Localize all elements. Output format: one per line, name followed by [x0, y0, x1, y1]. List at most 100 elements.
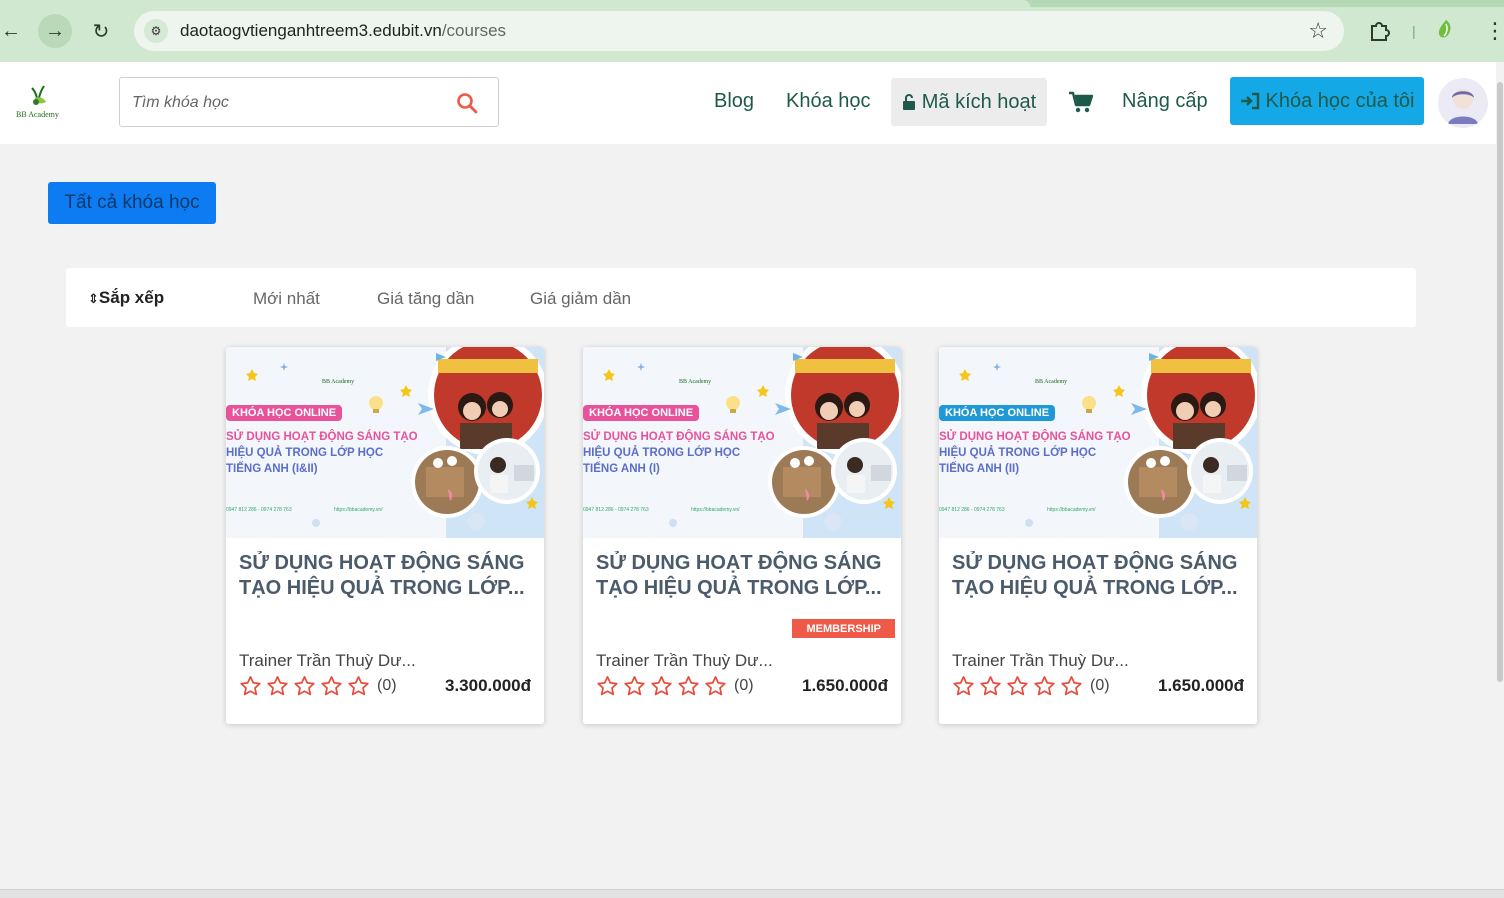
- review-count: (0): [734, 677, 754, 694]
- course-price: 1.650.000đ: [801, 676, 888, 695]
- course-type-badge: KHÓA HỌC ONLINE: [939, 405, 1056, 421]
- profile-icon[interactable]: [1434, 14, 1458, 48]
- thumbnail-title-line-2: HIỆU QUẢ TRONG LỚP HỌC: [939, 447, 1097, 459]
- rating-stars: (0): [239, 675, 397, 697]
- browser-toolbar: ← → ↻ ⚙ daotaogvtienganhtreem3.edubit.vn…: [0, 0, 1504, 62]
- search-input[interactable]: [132, 90, 432, 116]
- star-outline-icon: [1007, 676, 1028, 696]
- thumbnail-contact: 0947 812 286 - 0974 278 763: [939, 507, 1005, 513]
- user-avatar-icon: [1439, 79, 1487, 127]
- toolbar-divider: |: [1412, 23, 1416, 39]
- star-outline-icon: [597, 676, 618, 696]
- nav-upgrade[interactable]: Nâng cấp: [1122, 90, 1208, 113]
- review-count: (0): [1090, 677, 1110, 694]
- cart-icon[interactable]: [1068, 90, 1094, 114]
- star-outline-icon: [294, 676, 315, 696]
- course-title[interactable]: SỬ DỤNG HOẠT ĐỘNG SÁNG TẠO HIỆU QUẢ TRON…: [596, 551, 890, 601]
- star-outline-icon: [348, 676, 369, 696]
- my-courses-button[interactable]: Khóa học của tôi: [1230, 77, 1424, 125]
- scrollbar-thumb[interactable]: [1497, 82, 1503, 682]
- site-header: BB Academy Blog Khóa học Mã kích hoạt Nâ…: [0, 62, 1504, 144]
- course-trainer: Trainer Trần Thuỳ Dư...: [239, 651, 416, 670]
- thumbnail-brand: BB Academy: [1035, 379, 1068, 385]
- thumbnail-title-line-2: HIỆU QUẢ TRONG LỚP HỌC: [226, 447, 384, 459]
- reload-icon[interactable]: ↻: [84, 14, 118, 48]
- sort-option-price-desc[interactable]: Giá giảm dần: [530, 289, 631, 309]
- thumbnail-title-line-2: HIỆU QUẢ TRONG LỚP HỌC: [583, 447, 741, 459]
- logo-text: BB Academy: [16, 110, 59, 119]
- nav-courses[interactable]: Khóa học: [786, 90, 871, 113]
- course-card-3[interactable]: BB Academy KHÓA HỌC ONLINE SỬ DỤNG HOẠT …: [939, 347, 1257, 724]
- tab-strip: [0, 0, 1504, 7]
- logo-bird-icon: [31, 85, 46, 105]
- course-thumbnail[interactable]: BB Academy KHÓA HỌC ONLINE SỬ DỤNG HOẠT …: [226, 347, 544, 538]
- thumbnail-website: https://bbacademy.vn/: [334, 507, 383, 513]
- star-outline-icon: [678, 676, 699, 696]
- nav-activation-code-label: Mã kích hoạt: [921, 90, 1037, 113]
- thumbnail-contact: 0947 812 286 - 0974 278 763: [583, 507, 649, 513]
- my-courses-label: Khóa học của tôi: [1265, 89, 1415, 112]
- membership-badge: MEMBERSHIP: [792, 619, 895, 638]
- course-price: 1.650.000đ: [1157, 676, 1244, 695]
- active-tab[interactable]: [0, 0, 1030, 7]
- sort-label: ⇕Sắp xếp: [88, 288, 164, 308]
- address-bar[interactable]: ⚙ daotaogvtienganhtreem3.edubit.vn/cours…: [134, 11, 1344, 51]
- star-outline-icon: [240, 676, 261, 696]
- thumbnail-title-line-1: SỬ DỤNG HOẠT ĐỘNG SÁNG TẠO: [583, 431, 775, 443]
- star-outline-icon: [321, 676, 342, 696]
- course-trainer: Trainer Trần Thuỳ Dư...: [596, 651, 773, 670]
- thumbnail-title-line-1: SỬ DỤNG HOẠT ĐỘNG SÁNG TẠO: [939, 431, 1131, 443]
- url-path: /courses: [441, 21, 507, 40]
- nav-activation-code[interactable]: Mã kích hoạt: [891, 78, 1047, 126]
- course-type-badge: KHÓA HỌC ONLINE: [226, 405, 343, 421]
- url-text[interactable]: daotaogvtienganhtreem3.edubit.vn/courses: [180, 21, 506, 41]
- window-bottom-edge: [0, 889, 1504, 898]
- thumbnail-contact: 0947 812 286 - 0974 278 763: [226, 507, 292, 513]
- all-courses-button[interactable]: Tất cả khóa học: [48, 182, 216, 224]
- star-outline-icon: [705, 676, 726, 696]
- thumbnail-website: https://bbacademy.vn/: [1047, 507, 1096, 513]
- thumbnail-title-line-1: SỬ DỤNG HOẠT ĐỘNG SÁNG TẠO: [226, 431, 418, 443]
- course-price: 3.300.000đ: [444, 676, 531, 695]
- star-outline-icon: [953, 676, 974, 696]
- thumbnail-website: https://bbacademy.vn/: [691, 507, 740, 513]
- site-settings-icon[interactable]: ⚙: [144, 19, 168, 43]
- site-logo[interactable]: BB Academy: [16, 82, 62, 124]
- sort-icon: ⇕: [88, 291, 99, 306]
- sort-option-price-asc[interactable]: Giá tăng dần: [377, 289, 474, 309]
- menu-dots-icon[interactable]: ⋮: [1484, 14, 1504, 48]
- course-title[interactable]: SỬ DỤNG HOẠT ĐỘNG SÁNG TẠO HIỆU QUẢ TRON…: [952, 551, 1246, 601]
- back-arrow-icon[interactable]: ←: [0, 14, 28, 48]
- course-title[interactable]: SỬ DỤNG HOẠT ĐỘNG SÁNG TẠO HIỆU QUẢ TRON…: [239, 551, 533, 601]
- review-count: (0): [377, 677, 397, 694]
- bookmark-star-icon[interactable]: ☆: [1308, 18, 1328, 44]
- course-type-badge: KHÓA HỌC ONLINE: [583, 405, 700, 421]
- course-card-2[interactable]: BB Academy KHÓA HỌC ONLINE SỬ DỤNG HOẠT …: [583, 347, 901, 724]
- sign-in-icon: [1240, 92, 1259, 110]
- thumbnail-brand: BB Academy: [322, 379, 355, 385]
- course-card-1[interactable]: BB Academy KHÓA HỌC ONLINE SỬ DỤNG HOẠT …: [226, 347, 544, 724]
- course-thumbnail[interactable]: BB Academy KHÓA HỌC ONLINE SỬ DỤNG HOẠT …: [939, 347, 1257, 538]
- rating-stars: (0): [596, 675, 754, 697]
- thumbnail-title-line-3: TIẾNG ANH (I&II): [226, 463, 318, 475]
- search-box: [119, 77, 499, 127]
- page-scrollbar[interactable]: [1496, 62, 1504, 892]
- star-outline-icon: [1034, 676, 1055, 696]
- sort-option-newest[interactable]: Mới nhất: [253, 289, 320, 309]
- search-icon[interactable]: [456, 92, 478, 114]
- sort-label-text: Sắp xếp: [98, 288, 165, 307]
- thumbnail-title-line-3: TIẾNG ANH (I): [583, 463, 660, 475]
- thumbnail-brand: BB Academy: [679, 379, 712, 385]
- forward-arrow-icon[interactable]: →: [38, 14, 72, 48]
- rating-stars: (0): [952, 675, 1110, 697]
- star-outline-icon: [267, 676, 288, 696]
- thumbnail-title-line-3: TIẾNG ANH (II): [939, 463, 1020, 475]
- star-outline-icon: [1061, 676, 1082, 696]
- avatar[interactable]: [1438, 78, 1488, 128]
- extensions-icon[interactable]: [1368, 14, 1390, 48]
- star-outline-icon: [624, 676, 645, 696]
- course-thumbnail[interactable]: BB Academy KHÓA HỌC ONLINE SỬ DỤNG HOẠT …: [583, 347, 901, 538]
- sort-bar: ⇕Sắp xếp Mới nhất Giá tăng dần Giá giảm …: [66, 268, 1416, 327]
- nav-blog[interactable]: Blog: [714, 90, 754, 113]
- lock-icon: [902, 94, 915, 110]
